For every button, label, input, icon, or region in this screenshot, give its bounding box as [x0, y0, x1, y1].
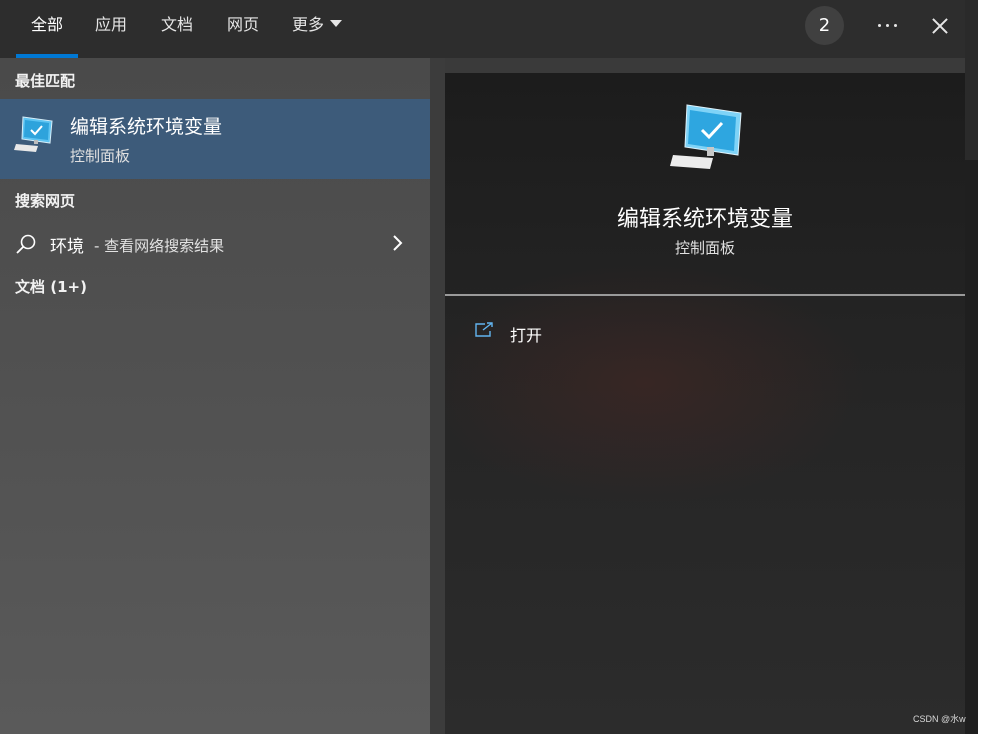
preview-title: 编辑系统环境变量 — [616, 207, 793, 232]
rewards-badge[interactable]: 2 — [805, 6, 844, 45]
documents-header[interactable]: 文档 (1+) — [15, 276, 87, 297]
watermark-text: CSDN @水w — [913, 714, 966, 724]
more-options-button[interactable] — [868, 8, 908, 42]
search-icon — [15, 233, 37, 259]
open-button[interactable]: 打开 — [473, 319, 673, 347]
tab-apps-label: 应用 — [95, 15, 128, 34]
results-pane: 最佳匹配 编辑系统环境变量 控制面板 搜索网页 环境 - 查看网络搜索结果 文档… — [0, 58, 430, 734]
tab-web[interactable]: 网页 — [227, 0, 259, 58]
pane-separator — [430, 58, 445, 734]
best-match-header: 最佳匹配 — [15, 72, 76, 90]
chevron-right-icon[interactable] — [391, 234, 405, 256]
ellipsis-dot — [886, 24, 889, 27]
open-label: 打开 — [510, 326, 543, 345]
web-search-header: 搜索网页 — [15, 192, 76, 210]
search-tab-bar: 全部 应用 文档 网页 更多 2 — [0, 0, 978, 58]
preview-divider — [445, 294, 965, 296]
tab-documents[interactable]: 文档 — [161, 0, 193, 58]
preview-pane: 编辑系统环境变量 控制面板 打开 — [445, 73, 965, 734]
computer-settings-icon — [669, 103, 743, 177]
computer-settings-icon — [14, 115, 56, 159]
ellipsis-icon — [878, 24, 881, 27]
preview-subtitle: 控制面板 — [674, 239, 735, 257]
best-match-category: 控制面板 — [70, 147, 131, 165]
tab-more[interactable]: 更多 — [292, 0, 343, 58]
best-match-name: 编辑系统环境变量 — [70, 116, 223, 138]
tab-web-label: 网页 — [227, 15, 260, 34]
tab-apps[interactable]: 应用 — [95, 0, 127, 58]
web-search-result[interactable]: 环境 - 查看网络搜索结果 — [0, 226, 430, 262]
chevron-down-icon — [330, 20, 343, 27]
tab-all[interactable]: 全部 — [16, 0, 78, 58]
tab-documents-label: 文档 — [161, 15, 194, 34]
background-window-edge — [965, 0, 983, 734]
best-match-result[interactable]: 编辑系统环境变量 控制面板 — [0, 99, 430, 179]
open-external-icon — [473, 321, 495, 343]
close-button[interactable] — [926, 10, 954, 40]
ellipsis-dot — [894, 24, 897, 27]
web-search-description: - 查看网络搜索结果 — [94, 237, 225, 255]
tab-more-label: 更多 — [292, 15, 325, 34]
web-search-term: 环境 — [50, 237, 84, 257]
tab-all-label: 全部 — [30, 15, 63, 34]
background-window-shadow — [965, 0, 978, 160]
